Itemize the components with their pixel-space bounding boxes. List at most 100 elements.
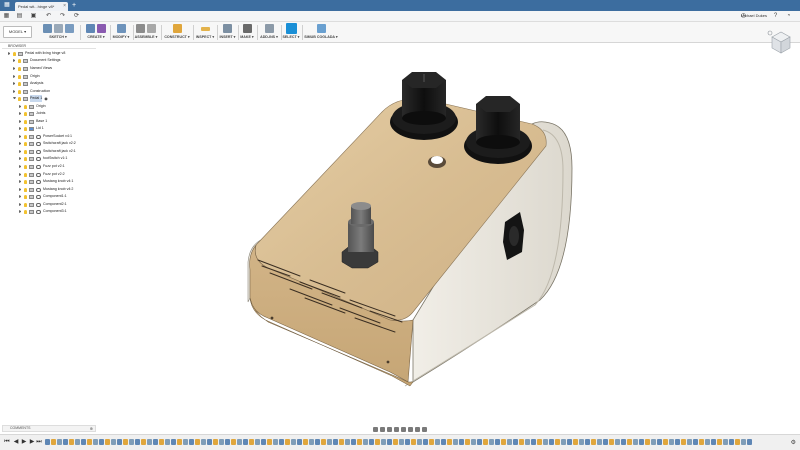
- timeline-feature-icon[interactable]: [165, 439, 170, 445]
- timeline-feature-icon[interactable]: [399, 439, 404, 445]
- timeline-feature-icon[interactable]: [513, 439, 518, 445]
- grid-menu-icon[interactable]: ▦: [3, 1, 11, 9]
- timeline-feature-icon[interactable]: [375, 439, 380, 445]
- timeline-feature-icon[interactable]: [687, 439, 692, 445]
- timeline-feature-icon[interactable]: [549, 439, 554, 445]
- select-group[interactable]: SELECT ▾: [282, 23, 300, 42]
- timeline-feature-icon[interactable]: [495, 439, 500, 445]
- timeline-feature-icon[interactable]: [297, 439, 302, 445]
- go-to-start-icon[interactable]: ⏮: [4, 439, 10, 446]
- timeline-feature-icon[interactable]: [363, 439, 368, 445]
- timeline-feature-icon[interactable]: [405, 439, 410, 445]
- look-at-icon[interactable]: [380, 426, 385, 432]
- close-icon[interactable]: ×: [63, 3, 66, 9]
- timeline-feature-icon[interactable]: [207, 439, 212, 445]
- timeline-feature-icon[interactable]: [351, 439, 356, 445]
- timeline-feature-icon[interactable]: [705, 439, 710, 445]
- timeline-feature-icon[interactable]: [225, 439, 230, 445]
- insert-group[interactable]: INSERT ▾: [218, 23, 237, 42]
- model-viewport[interactable]: [0, 43, 800, 423]
- timeline-feature-icon[interactable]: [321, 439, 326, 445]
- data-panel-icon[interactable]: ▦: [3, 13, 10, 20]
- timeline-feature-icon[interactable]: [357, 439, 362, 445]
- timeline-feature-icon[interactable]: [681, 439, 686, 445]
- refresh-icon[interactable]: ⟳: [73, 13, 80, 20]
- notifications-icon[interactable]: ◔: [785, 13, 792, 20]
- timeline-feature-icon[interactable]: [51, 439, 56, 445]
- timeline-feature-icon[interactable]: [453, 439, 458, 445]
- undo-icon[interactable]: ↶: [45, 13, 52, 20]
- add-comment-icon[interactable]: ⊕: [90, 426, 93, 431]
- timeline-feature-icon[interactable]: [267, 439, 272, 445]
- timeline-feature-icon[interactable]: [123, 439, 128, 445]
- document-tab[interactable]: Pedal wit...hinge v8* ×: [15, 2, 68, 11]
- timeline-feature-icon[interactable]: [459, 439, 464, 445]
- viewports-icon[interactable]: [422, 426, 427, 432]
- timeline-feature-icon[interactable]: [603, 439, 608, 445]
- timeline-feature-icon[interactable]: [477, 439, 482, 445]
- timeline-feature-icon[interactable]: [651, 439, 656, 445]
- timeline-feature-icon[interactable]: [345, 439, 350, 445]
- timeline-feature-icon[interactable]: [417, 439, 422, 445]
- timeline-feature-icon[interactable]: [543, 439, 548, 445]
- timeline-feature-icon[interactable]: [645, 439, 650, 445]
- timeline-feature-icon[interactable]: [261, 439, 266, 445]
- construct-group[interactable]: CONSTRUCT ▾: [162, 23, 192, 42]
- timeline-feature-icon[interactable]: [717, 439, 722, 445]
- timeline-feature-icon[interactable]: [279, 439, 284, 445]
- timeline-feature-icon[interactable]: [729, 439, 734, 445]
- workspace-mode-dropdown[interactable]: MODEL ▾: [3, 26, 32, 38]
- step-forward-icon[interactable]: ▶: [29, 439, 35, 446]
- timeline-feature-icon[interactable]: [111, 439, 116, 445]
- timeline-feature-icon[interactable]: [747, 439, 752, 445]
- timeline-feature-icon[interactable]: [387, 439, 392, 445]
- timeline-feature-icon[interactable]: [471, 439, 476, 445]
- viewcube[interactable]: [766, 28, 794, 56]
- timeline-feature-icon[interactable]: [615, 439, 620, 445]
- timeline-feature-icon[interactable]: [663, 439, 668, 445]
- timeline-feature-icon[interactable]: [153, 439, 158, 445]
- timeline-feature-icon[interactable]: [591, 439, 596, 445]
- gear-icon[interactable]: ⚙: [791, 439, 796, 446]
- timeline-feature-icon[interactable]: [735, 439, 740, 445]
- timeline-feature-icon[interactable]: [117, 439, 122, 445]
- timeline-feature-icon[interactable]: [57, 439, 62, 445]
- timeline-feature-icon[interactable]: [69, 439, 74, 445]
- timeline-feature-icon[interactable]: [147, 439, 152, 445]
- comments-panel[interactable]: COMMENTS ⊕: [2, 425, 96, 432]
- timeline-feature-icon[interactable]: [381, 439, 386, 445]
- timeline-feature-icon[interactable]: [81, 439, 86, 445]
- timeline-feature-icon[interactable]: [519, 439, 524, 445]
- timeline-feature-icon[interactable]: [75, 439, 80, 445]
- timeline-feature-icon[interactable]: [93, 439, 98, 445]
- timeline-feature-icon[interactable]: [555, 439, 560, 445]
- timeline-feature-icon[interactable]: [291, 439, 296, 445]
- timeline-feature-icon[interactable]: [483, 439, 488, 445]
- timeline-feature-icon[interactable]: [201, 439, 206, 445]
- timeline-feature-icon[interactable]: [135, 439, 140, 445]
- timeline-feature-icon[interactable]: [711, 439, 716, 445]
- zoom-icon[interactable]: [394, 426, 399, 432]
- timeline-feature-icon[interactable]: [741, 439, 746, 445]
- fit-icon[interactable]: [401, 426, 406, 432]
- timeline-feature-icon[interactable]: [441, 439, 446, 445]
- timeline-feature-icon[interactable]: [573, 439, 578, 445]
- timeline-feature-icon[interactable]: [309, 439, 314, 445]
- timeline-feature-icon[interactable]: [639, 439, 644, 445]
- grid-settings-icon[interactable]: [415, 426, 420, 432]
- timeline-feature-icon[interactable]: [273, 439, 278, 445]
- create-group[interactable]: CREATE ▾: [82, 23, 110, 42]
- file-icon[interactable]: ▤: [16, 13, 23, 20]
- timeline-feature-icon[interactable]: [195, 439, 200, 445]
- timeline-feature-icon[interactable]: [537, 439, 542, 445]
- timeline-feature-icon[interactable]: [333, 439, 338, 445]
- timeline-feature-icon[interactable]: [675, 439, 680, 445]
- timeline-feature-icon[interactable]: [219, 439, 224, 445]
- timeline-feature-icon[interactable]: [99, 439, 104, 445]
- timeline-feature-icon[interactable]: [465, 439, 470, 445]
- timeline-feature-icon[interactable]: [369, 439, 374, 445]
- timeline-feature-icon[interactable]: [237, 439, 242, 445]
- display-settings-icon[interactable]: [408, 426, 413, 432]
- sketch-group[interactable]: SKETCH ▾: [38, 23, 78, 42]
- timeline-feature-icon[interactable]: [63, 439, 68, 445]
